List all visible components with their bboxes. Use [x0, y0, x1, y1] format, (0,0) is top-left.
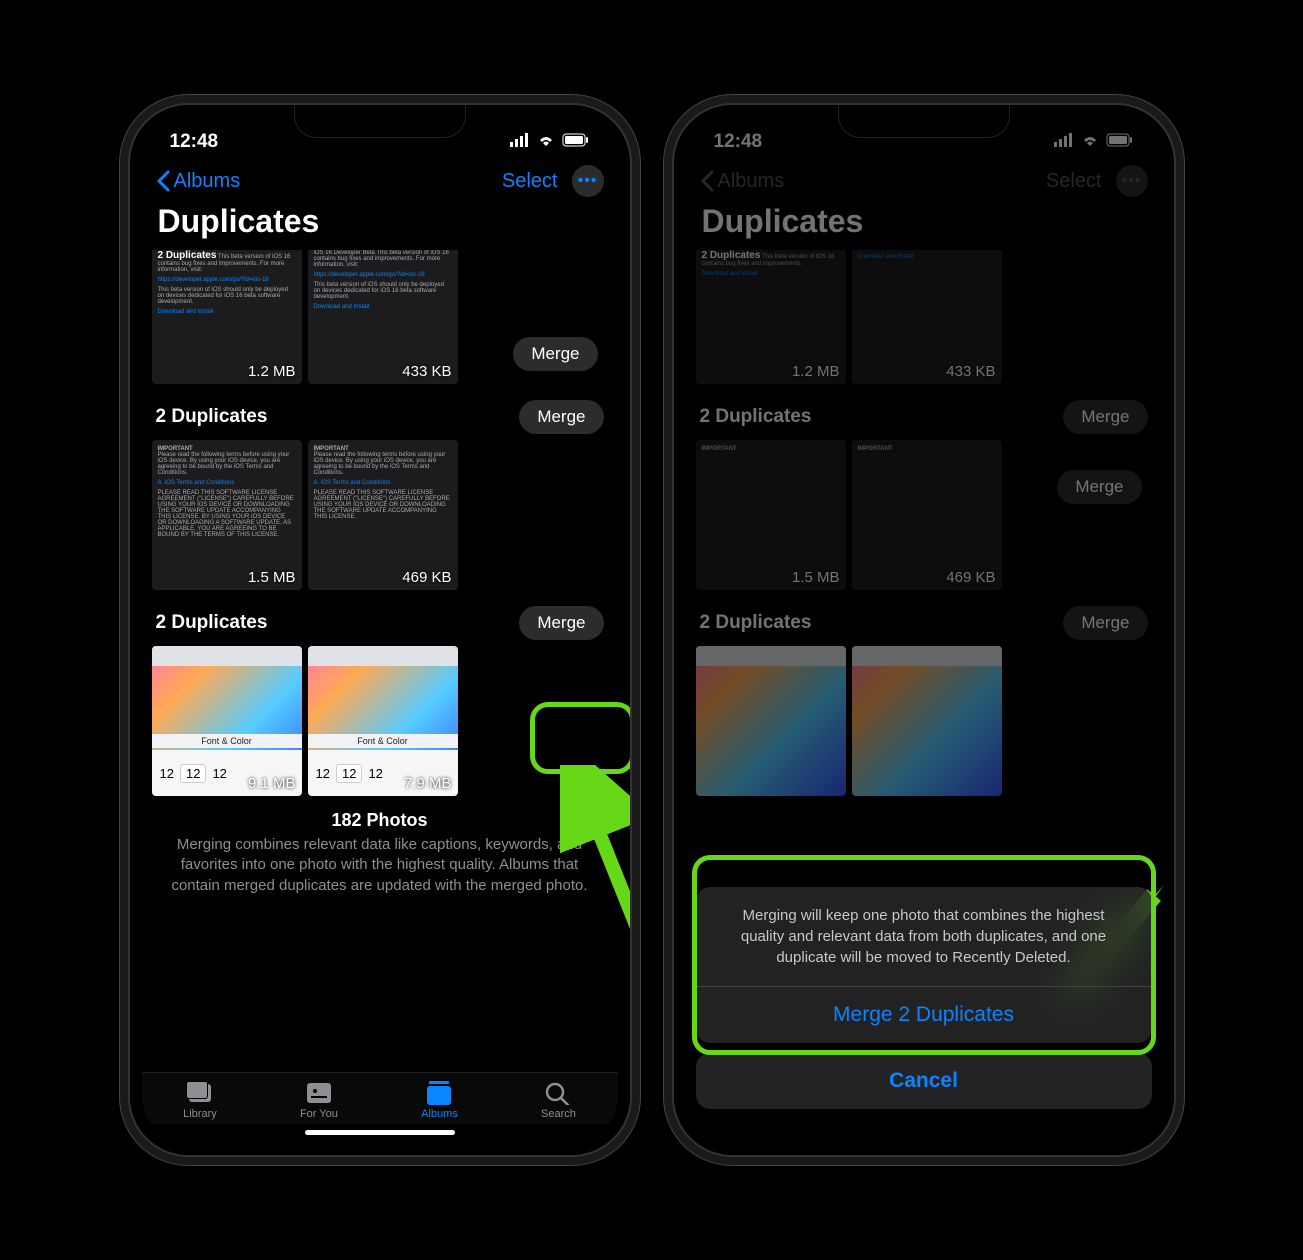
wifi-icon — [1080, 131, 1100, 153]
duplicate-group: 2 Duplicates Merge IMPORTANT Please read… — [152, 394, 608, 590]
file-size: 433 KB — [402, 363, 451, 380]
photo-thumbnail: IMPORTANT1.5 MB — [696, 440, 846, 590]
foryou-icon — [305, 1081, 333, 1105]
photo-thumbnail[interactable]: iOS 16 Developer Beta This beta version … — [308, 250, 458, 384]
photo-thumbnail[interactable]: 12 12 12 Font & Color 9.1 MB — [152, 646, 302, 796]
content-scroll[interactable]: 2 Duplicates This beta version of iOS 16… — [142, 250, 618, 1072]
tab-search[interactable]: Search — [541, 1081, 576, 1120]
battery-icon — [1106, 131, 1134, 153]
tab-foryou[interactable]: For You — [300, 1081, 338, 1120]
signal-icon — [510, 131, 530, 153]
photo-count: 182 Photos — [152, 810, 608, 831]
nav-bar: Albums Select ••• — [686, 157, 1162, 199]
back-button[interactable]: Albums — [156, 170, 241, 193]
phone-right: 12:48 Albums Select ••• Duplicates — [672, 103, 1176, 1157]
more-button[interactable]: ••• — [572, 165, 604, 197]
file-size: 469 KB — [402, 569, 451, 586]
back-label: Albums — [174, 170, 241, 193]
photo-thumbnail: IMPORTANT469 KB — [852, 440, 1002, 590]
library-icon — [186, 1081, 214, 1105]
tab-bar: Library For You Albums Search — [142, 1072, 618, 1124]
merge-button: Merge — [1063, 606, 1147, 640]
notch — [294, 105, 466, 138]
photo-thumbnail — [696, 646, 846, 796]
photo-thumbnail[interactable]: IMPORTANT Please read the following term… — [152, 440, 302, 590]
phone-left: 12:48 Albums Select ••• — [128, 103, 632, 1157]
wifi-icon — [536, 131, 556, 153]
group-title: 2 Duplicates — [156, 612, 268, 634]
more-button[interactable]: ••• — [1116, 165, 1148, 197]
battery-icon — [562, 131, 590, 153]
merge-button[interactable]: Merge — [513, 337, 597, 371]
footer-description: Merging combines relevant data like capt… — [152, 831, 608, 906]
merge-button[interactable]: Merge — [519, 606, 603, 640]
photo-thumbnail[interactable]: 2 Duplicates This beta version of iOS 16… — [152, 250, 302, 384]
albums-icon — [425, 1081, 453, 1105]
home-indicator[interactable] — [305, 1130, 455, 1135]
notch — [838, 105, 1010, 138]
status-time: 12:48 — [714, 131, 763, 153]
signal-icon — [1054, 131, 1074, 153]
tab-library[interactable]: Library — [183, 1081, 217, 1120]
photo-thumbnail[interactable]: IMPORTANT Please read the following term… — [308, 440, 458, 590]
action-sheet: Merging will keep one photo that combine… — [686, 887, 1162, 1143]
chevron-left-icon — [156, 170, 170, 192]
photo-thumbnail[interactable]: 12 12 12 Font & Color 7.9 MB — [308, 646, 458, 796]
tab-albums[interactable]: Albums — [421, 1081, 458, 1120]
photo-thumbnail: Download and Install 433 KB — [852, 250, 1002, 384]
chevron-left-icon — [700, 170, 714, 192]
search-icon — [544, 1081, 572, 1105]
merge-button: Merge — [1063, 400, 1147, 434]
duplicate-group: 2 Duplicates Merge 12 12 12 Font & Color… — [152, 600, 608, 796]
merge-button: Merge — [1057, 470, 1141, 504]
file-size: 1.5 MB — [248, 569, 296, 586]
page-title: Duplicates — [142, 199, 618, 250]
photo-thumbnail: 2 Duplicates This beta version of iOS 16… — [696, 250, 846, 384]
group-title: 2 Duplicates — [156, 406, 268, 428]
select-button[interactable]: Select — [502, 170, 558, 193]
merge-duplicates-action[interactable]: Merge 2 Duplicates — [696, 986, 1152, 1043]
ellipsis-icon: ••• — [1122, 173, 1142, 189]
file-size: 7.9 MB — [404, 775, 452, 792]
merge-button[interactable]: Merge — [519, 400, 603, 434]
status-time: 12:48 — [170, 131, 219, 153]
nav-bar: Albums Select ••• — [142, 157, 618, 199]
select-button[interactable]: Select — [1046, 170, 1102, 193]
duplicate-group: 2 Duplicates This beta version of iOS 16… — [152, 250, 608, 384]
page-title: Duplicates — [686, 199, 1162, 250]
file-size: 9.1 MB — [248, 775, 296, 792]
back-button[interactable]: Albums — [700, 170, 785, 193]
photo-thumbnail — [852, 646, 1002, 796]
cancel-button[interactable]: Cancel — [696, 1053, 1152, 1109]
back-label: Albums — [718, 170, 785, 193]
file-size: 1.2 MB — [248, 363, 296, 380]
sheet-message: Merging will keep one photo that combine… — [696, 887, 1152, 986]
ellipsis-icon: ••• — [578, 173, 598, 189]
